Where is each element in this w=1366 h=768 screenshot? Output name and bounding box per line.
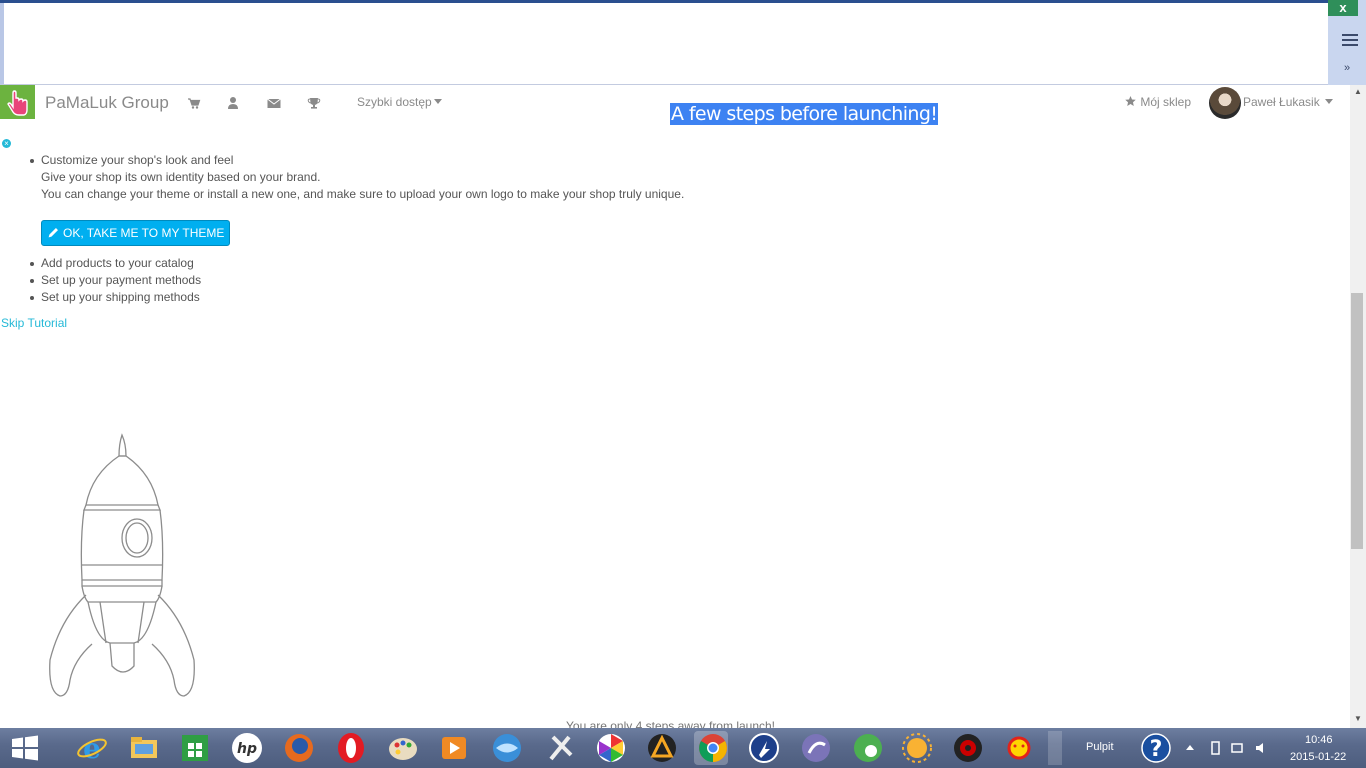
hamburger-menu-icon[interactable] — [1342, 34, 1358, 48]
paint-icon[interactable] — [386, 731, 420, 765]
svg-text:?: ? — [1150, 737, 1163, 762]
shop-name[interactable]: PaMaLuk Group — [45, 93, 169, 113]
step-description: Give your shop its own identity based on… — [41, 170, 321, 184]
theme-button[interactable]: OK, TAKE ME TO MY THEME — [41, 220, 230, 246]
tray-expand-icon[interactable] — [1185, 743, 1195, 751]
network-tray-icon[interactable] — [1230, 740, 1246, 756]
firefox-icon[interactable] — [282, 731, 316, 765]
help-icon[interactable]: ? — [1139, 731, 1173, 765]
user-name-label: Paweł Łukasik — [1243, 95, 1320, 109]
caret-down-icon — [433, 99, 442, 104]
page-scrollbar[interactable]: ▲ ▼ — [1350, 85, 1366, 728]
step-title: Customize your shop's look and feel — [29, 152, 684, 169]
weather-icon[interactable] — [900, 731, 934, 765]
desktop-toolbar[interactable]: Pulpit — [1086, 741, 1114, 753]
trophy-icon[interactable] — [306, 95, 322, 111]
bittorrent-icon[interactable] — [799, 731, 833, 765]
clock-time[interactable]: 10:46 — [1305, 734, 1333, 746]
sun-app-icon[interactable] — [1002, 731, 1036, 765]
svg-text:e: e — [83, 732, 101, 765]
dismiss-icon[interactable]: × — [2, 139, 11, 148]
volume-icon[interactable] — [1254, 740, 1270, 756]
speedtest-icon[interactable] — [747, 731, 781, 765]
logo[interactable] — [0, 85, 35, 119]
caret-down-icon — [1324, 99, 1333, 104]
battery-icon[interactable] — [1207, 740, 1223, 756]
pencil-icon — [48, 228, 58, 238]
page-title: A few steps before launching! — [670, 103, 939, 125]
switcher-icon[interactable] — [851, 731, 885, 765]
envelope-icon[interactable] — [266, 95, 282, 111]
hp-icon[interactable]: hp — [230, 731, 264, 765]
tools-icon[interactable] — [543, 731, 577, 765]
svg-text:hp: hp — [237, 741, 257, 757]
overflow-chevron-icon[interactable]: » — [1344, 62, 1350, 74]
opera-icon[interactable] — [334, 731, 368, 765]
scroll-up-arrow-icon[interactable]: ▲ — [1350, 87, 1366, 99]
avatar[interactable] — [1209, 87, 1241, 119]
internet-explorer-icon[interactable]: e — [75, 731, 109, 765]
hand-pointer-icon — [7, 90, 28, 116]
aimp-icon[interactable] — [645, 731, 679, 765]
browser-top-frame — [0, 3, 1328, 85]
scroll-thumb[interactable] — [1351, 293, 1363, 549]
windows-start-icon[interactable] — [8, 731, 42, 765]
my-shop-label: Mój sklep — [1140, 95, 1192, 109]
step-list-remaining: Add products to your catalog Set up your… — [29, 255, 202, 306]
scroll-down-arrow-icon[interactable]: ▼ — [1350, 714, 1366, 726]
clock-date[interactable]: 2015-01-22 — [1290, 751, 1346, 763]
step-list-customize: Customize your shop's look and feel Give… — [29, 152, 685, 203]
network-icon[interactable] — [490, 731, 524, 765]
rocket-illustration — [49, 433, 195, 697]
skip-tutorial-link[interactable]: Skip Tutorial — [1, 316, 67, 330]
list-item: Set up your payment methods — [29, 273, 202, 287]
step-description: You can change your theme or install a n… — [41, 187, 685, 201]
record-icon[interactable] — [951, 731, 985, 765]
close-button[interactable]: x — [1328, 0, 1358, 16]
user-icon[interactable] — [225, 95, 241, 111]
quick-access-label: Szybki dostęp — [357, 95, 432, 109]
chrome-icon[interactable] — [696, 731, 730, 765]
star-icon — [1125, 96, 1136, 106]
user-menu[interactable]: Paweł Łukasik — [1243, 95, 1333, 109]
media-player-icon[interactable] — [437, 731, 471, 765]
windows-store-icon[interactable] — [178, 731, 212, 765]
theme-button-label: OK, TAKE ME TO MY THEME — [62, 226, 225, 240]
list-item: Set up your shipping methods — [29, 290, 200, 304]
quick-access-dropdown[interactable]: Szybki dostęp — [357, 95, 442, 109]
picasa-icon[interactable] — [594, 731, 628, 765]
taskbar-divider — [1048, 731, 1062, 765]
cart-icon[interactable] — [186, 95, 202, 111]
list-item: Add products to your catalog — [29, 255, 201, 272]
file-explorer-icon[interactable] — [127, 731, 161, 765]
my-shop-link[interactable]: Mój sklep — [1124, 95, 1191, 109]
app-header: PaMaLuk Group Szybki dostęp A few steps … — [0, 85, 1350, 125]
